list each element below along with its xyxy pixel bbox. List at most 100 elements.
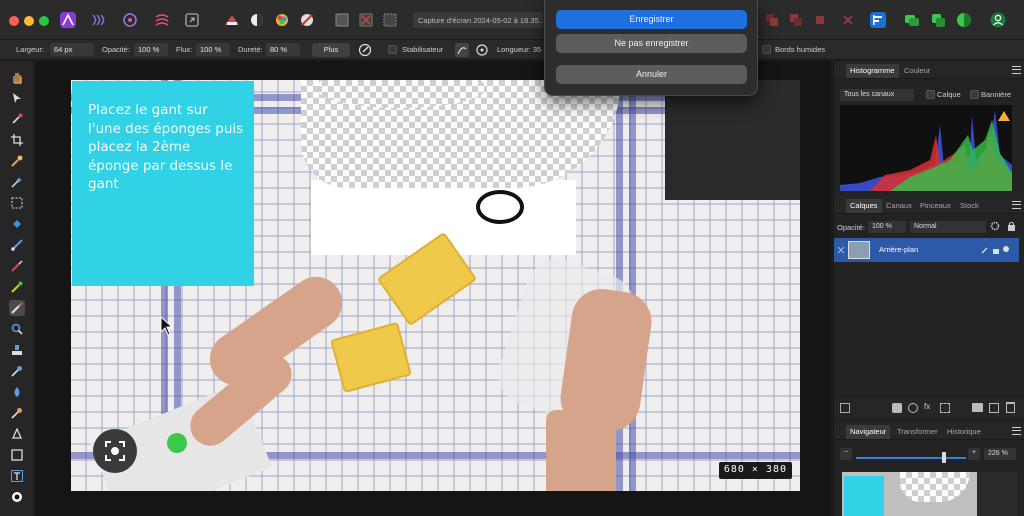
window-mode-icon[interactable] <box>472 40 492 60</box>
inpainting-brush-tool-icon[interactable] <box>9 300 25 316</box>
flow-field[interactable]: 100 % <box>196 43 230 56</box>
assistant-icon[interactable] <box>902 10 922 30</box>
zoom-tool-icon[interactable] <box>9 321 25 337</box>
dodge-tool-icon[interactable] <box>9 363 25 379</box>
blend-mode-select[interactable]: Normal <box>910 221 986 233</box>
white-balance-icon[interactable] <box>297 10 317 30</box>
tab-stock[interactable]: Stock <box>960 201 979 210</box>
tab-brushes[interactable]: Pinceaux <box>920 201 951 210</box>
stabilizer-checkbox[interactable] <box>388 45 397 54</box>
tab-channels[interactable]: Canaux <box>886 201 912 210</box>
deselect-icon[interactable] <box>356 10 376 30</box>
minimize-window-button[interactable] <box>24 16 34 26</box>
color-wheel-icon[interactable] <box>272 10 292 30</box>
layers-tabs: Calques Canaux Pinceaux Stock <box>834 198 1024 214</box>
width-field[interactable]: 64 px <box>50 43 94 56</box>
arrange-icon[interactable] <box>762 10 782 30</box>
send-backward-icon[interactable] <box>786 10 806 30</box>
close-window-button[interactable] <box>9 16 19 26</box>
width-label: Largeur: <box>16 45 44 54</box>
document-canvas[interactable]: Placez le gant sur l'une des éponges pui… <box>71 80 800 491</box>
smudge-tool-icon[interactable] <box>9 405 25 421</box>
export-persona-icon[interactable] <box>182 10 202 30</box>
zoom-window-button[interactable] <box>39 16 49 26</box>
move-tool-icon[interactable] <box>9 90 25 106</box>
layers-menu-icon[interactable] <box>1012 201 1021 209</box>
dont-save-button[interactable]: Ne pas enregistrer <box>556 34 747 53</box>
tab-histogram[interactable]: Histogramme <box>846 64 899 78</box>
hdr-icon[interactable] <box>222 10 242 30</box>
layer-lock-icon[interactable] <box>992 245 1000 256</box>
flip-icon[interactable] <box>838 10 858 30</box>
text-tool-icon[interactable] <box>9 468 25 484</box>
layer-settings-gear-icon[interactable] <box>988 219 1002 233</box>
liquify-persona-icon[interactable] <box>88 10 108 30</box>
live-filter-icon[interactable] <box>940 403 950 413</box>
fill-tool-icon[interactable] <box>9 216 25 232</box>
brush-settings-icon[interactable] <box>355 40 375 60</box>
delete-layer-icon[interactable] <box>1006 402 1015 413</box>
layer-opacity-field[interactable]: 100 % <box>868 221 906 233</box>
hand-tool-icon[interactable] <box>9 69 25 85</box>
pen-tool-icon[interactable] <box>9 426 25 442</box>
develop-persona-icon[interactable] <box>120 10 140 30</box>
wet-edges-checkbox[interactable] <box>762 45 771 54</box>
gradient-tool-icon[interactable] <box>9 237 25 253</box>
snapping-icon[interactable] <box>928 10 948 30</box>
paint-brush-tool-icon[interactable] <box>9 258 25 274</box>
account-icon[interactable] <box>988 10 1008 30</box>
save-button[interactable]: Enregistrer <box>556 10 747 29</box>
lock-icon[interactable] <box>1004 219 1018 233</box>
marquee-checkbox[interactable] <box>970 90 979 99</box>
more-button[interactable]: Plus <box>312 43 350 57</box>
zoom-out-button[interactable]: − <box>840 448 852 460</box>
zoom-slider-knob[interactable] <box>942 452 946 463</box>
pixel-tool-icon[interactable] <box>9 279 25 295</box>
flow-label: Flux: <box>176 45 193 54</box>
edit-layer-icon[interactable] <box>981 246 989 256</box>
new-group-icon[interactable] <box>972 403 983 412</box>
crop-tool-icon[interactable] <box>9 132 25 148</box>
layers-options-icon[interactable] <box>840 403 850 413</box>
tab-color[interactable]: Couleur <box>904 66 930 75</box>
screenshot-overlay-button[interactable] <box>93 429 137 473</box>
layer-checkbox[interactable] <box>926 90 935 99</box>
histogram-menu-icon[interactable] <box>1012 66 1021 74</box>
tone-mapping-persona-icon[interactable] <box>152 10 172 30</box>
rope-mode-icon[interactable] <box>452 40 472 60</box>
align-icon[interactable] <box>868 10 888 30</box>
rectangle-tool-icon[interactable] <box>9 447 25 463</box>
affinity-photo-app-icon[interactable] <box>58 10 78 30</box>
document-title[interactable]: Capture d'écran 2024-05-02 à 18.35... <box>413 12 543 28</box>
zoom-in-button[interactable]: + <box>968 448 980 460</box>
marquee-tool-icon[interactable] <box>9 195 25 211</box>
clone-stamp-tool-icon[interactable] <box>9 342 25 358</box>
hardness-field[interactable]: 80 % <box>266 43 300 56</box>
invert-selection-icon[interactable] <box>380 10 400 30</box>
layer-row[interactable]: Arrière-plan <box>834 238 1019 262</box>
preferences-icon[interactable] <box>954 10 974 30</box>
expand-icon[interactable] <box>837 246 845 256</box>
adjustment-icon[interactable] <box>908 403 918 413</box>
dimensions-badge: 680 × 380 <box>718 462 792 479</box>
selection-mode-icon[interactable] <box>332 10 352 30</box>
add-mask-icon[interactable] <box>892 403 902 413</box>
zoom-slider-track[interactable] <box>856 457 966 459</box>
fx-icon[interactable]: fx <box>924 402 930 411</box>
visibility-icon[interactable] <box>1003 246 1009 252</box>
contrast-icon[interactable] <box>247 10 267 30</box>
blur-tool-icon[interactable] <box>9 384 25 400</box>
new-layer-icon[interactable] <box>989 403 999 413</box>
color-picker-tool-icon[interactable] <box>9 111 25 127</box>
flood-select-tool-icon[interactable] <box>9 174 25 190</box>
zoom-value-field[interactable]: 226 % <box>984 448 1016 460</box>
channel-select[interactable]: Tous les canaux <box>840 89 914 101</box>
opacity-field[interactable]: 100 % <box>134 43 168 56</box>
cancel-button[interactable]: Annuler <box>556 65 747 84</box>
canvas-area[interactable]: Placez le gant sur l'une des éponges pui… <box>35 61 831 516</box>
bring-forward-icon[interactable] <box>810 10 830 30</box>
navigator-preview[interactable] <box>842 472 1018 516</box>
tab-layers[interactable]: Calques <box>846 199 882 213</box>
color-swatch-icon[interactable] <box>9 489 25 505</box>
selection-brush-tool-icon[interactable] <box>9 153 25 169</box>
